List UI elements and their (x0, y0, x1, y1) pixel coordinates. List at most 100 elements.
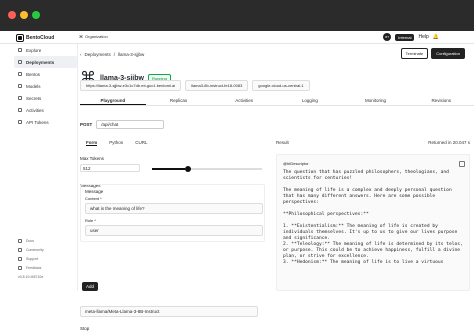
organization-label: Organization (85, 34, 108, 39)
tab-activities[interactable]: Activities (211, 96, 277, 105)
http-method: POST (80, 122, 93, 127)
add-message-button[interactable]: Add (82, 282, 99, 291)
breadcrumb-current: llama-3-sjjbw (118, 52, 145, 57)
sidebar-item-label: Deployments (26, 59, 55, 65)
result-text: The question that has puzzled philosophe… (283, 170, 463, 265)
result-panel: Result Returned in 20.047 s @htDescripto… (276, 140, 470, 291)
brand-logo-icon (16, 33, 24, 42)
endpoint-path-select[interactable]: /api/chat (96, 120, 165, 129)
brand-name: BentoCloud (26, 34, 55, 41)
max-tokens-slider[interactable] (152, 166, 262, 172)
community-icon (18, 247, 22, 252)
support-icon (18, 256, 22, 261)
organization-icon: ⌘ (79, 34, 83, 39)
endpoint-url[interactable]: https://llama-3-sjjbw-e3c1c7db.mt-guc1.b… (80, 80, 182, 91)
sidebar-item-label: Secrets (26, 95, 42, 101)
sidebar-item-models[interactable]: Models (14, 80, 77, 92)
request-row: POST /api/chat (80, 120, 165, 129)
notifications-icon[interactable]: 🔔 (433, 34, 439, 40)
sidebar-link-feedback[interactable]: Feedback (14, 263, 78, 272)
max-tokens-label: Max Tokens (80, 156, 104, 161)
sidebar-link-label: Support (26, 256, 39, 261)
sidebar: Explore Deployments Bentos Models Secret… (14, 44, 78, 291)
tab-curl[interactable]: CURL (135, 140, 147, 146)
returned-time: Returned in 20.047 s (428, 140, 470, 145)
brand-logo[interactable]: BentoCloud (16, 33, 54, 42)
sidebar-item-label: Explore (26, 47, 42, 53)
sidebar-item-label: Bentos (26, 71, 41, 77)
sidebar-item-label: Models (26, 83, 41, 89)
models-icon (18, 84, 22, 88)
secrets-icon (18, 96, 22, 100)
sidebar-item-api-tokens[interactable]: API Tokens (14, 116, 77, 128)
tab-revisions[interactable]: Revisions (408, 96, 474, 105)
stop-label: Stop (80, 326, 90, 331)
configuration-button[interactable]: Configuration (431, 48, 465, 59)
minimize-window-dot[interactable] (20, 11, 28, 19)
sidebar-link-support[interactable]: Support (14, 254, 78, 263)
deployments-icon (18, 60, 22, 64)
max-tokens-handle[interactable] (185, 166, 191, 172)
role-select[interactable]: user (85, 225, 263, 236)
copy-icon[interactable] (459, 161, 465, 167)
sidebar-bottom: Docs Community Support Feedback v0.8.19-… (14, 236, 78, 281)
sidebar-item-label: API Tokens (26, 119, 49, 125)
tab-form[interactable]: Form (86, 140, 98, 146)
breadcrumb-separator: / (113, 52, 116, 57)
maximize-window-dot[interactable] (32, 11, 40, 19)
tab-playground[interactable]: Playground (80, 96, 146, 105)
back-arrow-icon[interactable]: ‹ (80, 52, 82, 57)
request-form: Form Python CURL Max Tokens 512 Messages… (80, 140, 265, 331)
message-box: Message Content * what is the meaning of… (80, 184, 265, 242)
sidebar-item-secrets[interactable]: Secrets (14, 92, 77, 104)
model-field[interactable]: meta-llama/Meta-Llama-3-8B-Instruct (80, 306, 258, 317)
form-tabs: Form Python CURL (86, 140, 265, 146)
internal-badge[interactable]: Internal (395, 33, 415, 41)
top-actions: Terminate Configuration (400, 48, 465, 59)
result-header: Result Returned in 20.047 s (276, 140, 470, 145)
result-title: Result (276, 140, 289, 145)
api-tokens-icon (18, 120, 22, 124)
user-avatar[interactable]: BT (383, 33, 392, 41)
result-descriptor: @htDescriptor (283, 161, 309, 166)
sidebar-link-community[interactable]: Community (14, 245, 78, 254)
deployment-meta-row: https://llama-3-sjjbw-e3c1c7db.mt-guc1.b… (80, 80, 474, 91)
terminate-button[interactable]: Terminate (400, 48, 429, 59)
header-actions: BT Internal Help 🔔 (383, 33, 439, 41)
bento-tag[interactable]: llama3-8b-instruct-fe18-0083 (185, 80, 249, 91)
organization-switcher[interactable]: ⌘ Organization (79, 34, 108, 39)
sidebar-link-label: Community (26, 247, 44, 252)
main-panel: ‹ Deployments / llama-3-sjjbw Terminate … (80, 44, 474, 331)
tab-monitoring[interactable]: Monitoring (343, 96, 409, 105)
sidebar-link-docs[interactable]: Docs (14, 236, 78, 245)
content-field[interactable]: what is the meaning of life? (85, 203, 263, 214)
activities-icon (18, 108, 22, 112)
app-header: BentoCloud ⌘ Organization BT Internal He… (0, 31, 474, 44)
sidebar-item-bentos[interactable]: Bentos (14, 68, 77, 80)
content-label: Content * (85, 196, 102, 201)
max-tokens-input[interactable]: 512 (80, 164, 140, 172)
tab-logging[interactable]: Logging (277, 96, 343, 105)
explore-icon (18, 48, 22, 52)
sidebar-item-label: Activities (26, 107, 44, 113)
role-label: Role * (85, 218, 96, 223)
cluster-region[interactable]: google-cloud-us-central-1 (252, 80, 310, 91)
tab-replicas[interactable]: Replicas (146, 96, 212, 105)
sidebar-item-explore[interactable]: Explore (14, 44, 77, 56)
bentos-icon (18, 72, 22, 76)
result-card: @htDescriptor The question that has puzz… (276, 154, 470, 291)
max-tokens-fill (152, 168, 185, 170)
feedback-icon (18, 265, 22, 270)
tab-python[interactable]: Python (109, 140, 123, 146)
breadcrumb-root[interactable]: Deployments (85, 52, 111, 57)
breadcrumb: ‹ Deployments / llama-3-sjjbw (80, 52, 144, 57)
close-window-dot[interactable] (8, 11, 16, 19)
app-window: BentoCloud ⌘ Organization BT Internal He… (0, 0, 474, 331)
sidebar-item-activities[interactable]: Activities (14, 104, 77, 116)
sidebar-item-deployments[interactable]: Deployments (14, 56, 77, 68)
window-chrome (0, 0, 474, 31)
help-link[interactable]: Help (418, 34, 428, 40)
deployment-tabs: Playground Replicas Activities Logging M… (80, 96, 474, 106)
sidebar-link-label: Feedback (26, 265, 42, 270)
docs-icon (18, 238, 22, 243)
